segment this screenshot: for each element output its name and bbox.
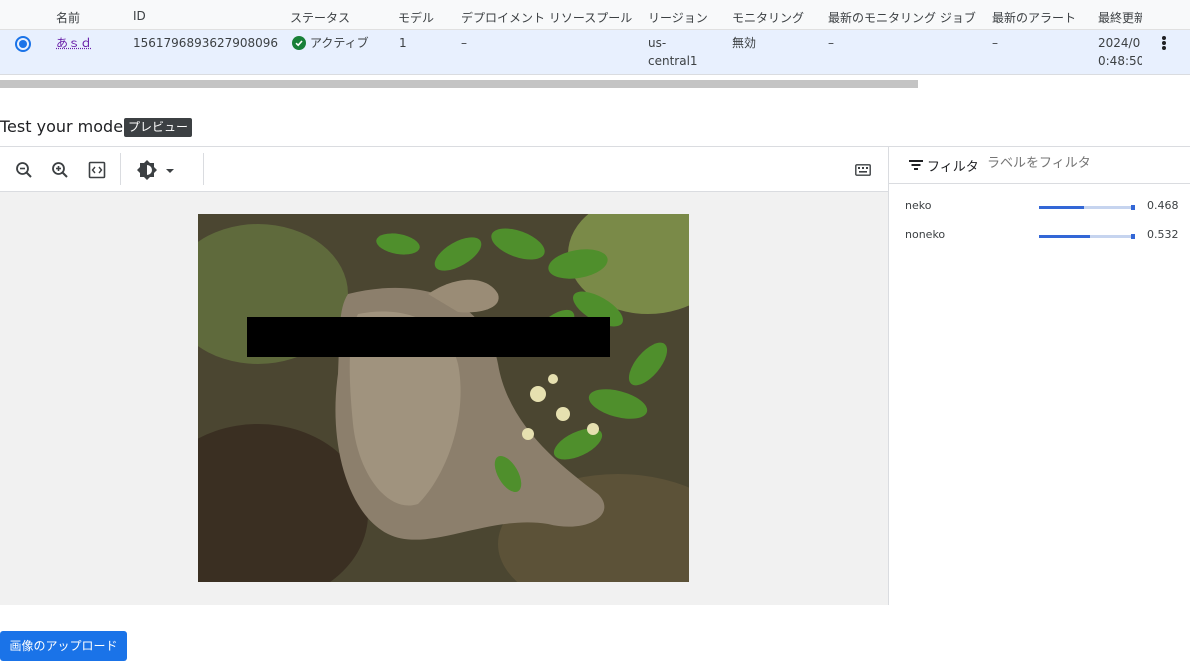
toolbar-divider: [120, 153, 121, 185]
confidence-bar: [1039, 205, 1135, 210]
filter-label[interactable]: フィルタ: [927, 156, 979, 175]
keyboard-icon[interactable]: [852, 159, 874, 181]
confidence-bar-fill: [1039, 206, 1084, 209]
test-image: [198, 214, 689, 582]
header-id[interactable]: ID: [133, 9, 146, 23]
header-resource-pool[interactable]: デプロイメント リソースプール: [461, 9, 632, 26]
code-icon[interactable]: [86, 159, 108, 181]
header-latest-monitoring-job[interactable]: 最新のモニタリング ジョブ: [828, 9, 976, 26]
status-cell: アクティブ: [292, 34, 369, 52]
prediction-row-neko: neko 0.468: [889, 197, 1190, 217]
models-count: 1: [399, 36, 407, 50]
prediction-row-noneko: noneko 0.532: [889, 226, 1190, 246]
predictions-panel: フィルタ neko 0.468 noneko 0.532: [888, 147, 1190, 605]
confidence-bar-end: [1131, 205, 1135, 210]
check-circle-icon: [292, 36, 306, 50]
table-header: 名前 ID ステータス モデル デプロイメント リソースプール リージョン モニ…: [0, 0, 1190, 30]
row-radio[interactable]: [15, 36, 31, 52]
zoom-out-icon[interactable]: [13, 159, 35, 181]
brightness-icon[interactable]: [136, 159, 178, 181]
header-status[interactable]: ステータス: [290, 9, 350, 26]
monitoring-value: 無効: [732, 36, 757, 50]
viewer-toolbar: [0, 147, 888, 192]
prediction-label: neko: [905, 199, 932, 212]
updated-line1: 2024/0: [1098, 36, 1141, 50]
prediction-score: 0.532: [1147, 228, 1179, 241]
status-text: アクティブ: [310, 36, 369, 50]
latest-monitoring-job-value: –: [828, 36, 834, 50]
header-models[interactable]: モデル: [398, 9, 434, 26]
horizontal-scrollbar[interactable]: [0, 80, 918, 88]
more-vert-icon[interactable]: [1158, 34, 1170, 52]
resource-pool-value: –: [461, 36, 467, 50]
region-line1: us-: [648, 36, 667, 50]
upload-image-button[interactable]: 画像のアップロード: [0, 631, 127, 661]
header-updated[interactable]: 最終更新: [1098, 9, 1142, 26]
updated-line2: 0:48:50: [1098, 54, 1142, 68]
endpoint-name-link[interactable]: あｓｄ: [56, 34, 92, 52]
confidence-bar-fill: [1039, 235, 1091, 238]
header-latest-alert[interactable]: 最新のアラート: [992, 9, 1076, 26]
label-filter-input[interactable]: [987, 156, 1177, 171]
confidence-bar-end: [1131, 234, 1135, 239]
header-monitoring[interactable]: モニタリング: [732, 9, 804, 26]
filter-bar: フィルタ: [889, 147, 1190, 184]
preview-badge: プレビュー: [124, 118, 193, 137]
latest-alert-value: –: [992, 36, 998, 50]
table-row[interactable]: あｓｄ 1561796893627908096 アクティブ 1 – us- ce…: [0, 30, 1190, 75]
confidence-bar: [1039, 234, 1135, 239]
filter-icon[interactable]: [909, 159, 923, 171]
section-title: Test your model: [0, 117, 128, 136]
header-name[interactable]: 名前: [56, 9, 80, 26]
test-panel: フィルタ neko 0.468 noneko 0.532: [0, 146, 1190, 605]
prediction-score: 0.468: [1147, 199, 1179, 212]
redaction-box: [247, 317, 610, 357]
image-viewer[interactable]: [0, 192, 888, 605]
prediction-label: noneko: [905, 228, 946, 241]
endpoint-table: 名前 ID ステータス モデル デプロイメント リソースプール リージョン モニ…: [0, 0, 1190, 75]
region-line2: central1: [648, 54, 698, 68]
header-region[interactable]: リージョン: [648, 9, 708, 26]
zoom-in-icon[interactable]: [49, 159, 71, 181]
toolbar-divider: [203, 153, 204, 185]
endpoint-id: 1561796893627908096: [133, 36, 279, 50]
